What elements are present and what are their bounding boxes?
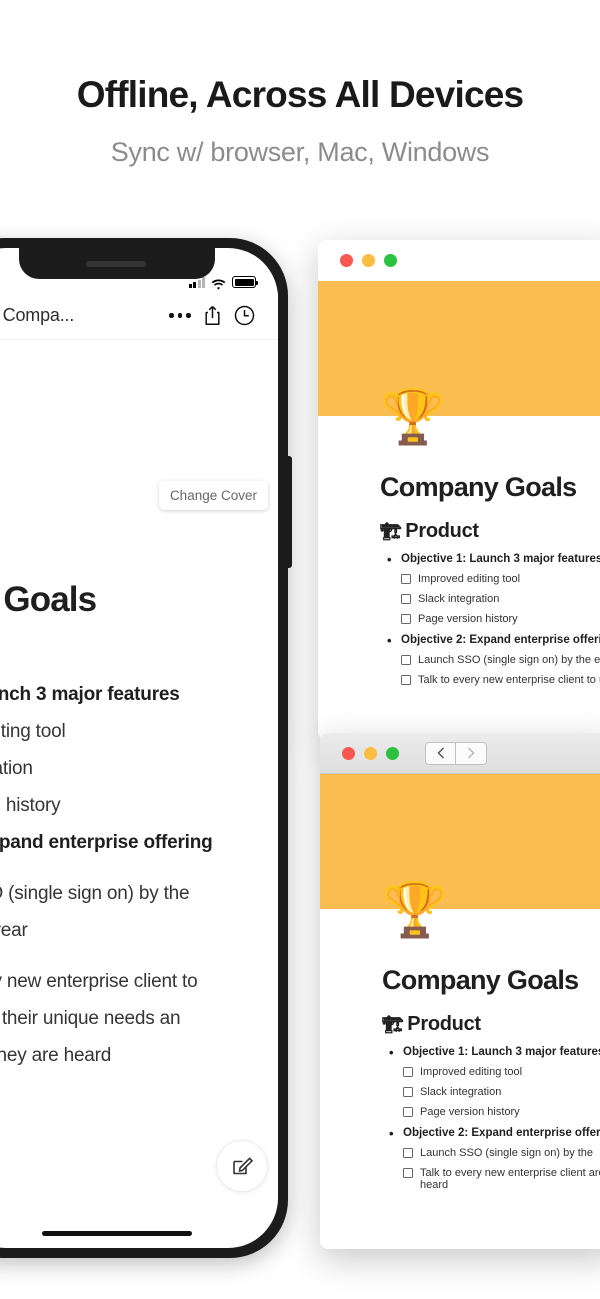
back-button[interactable] [425, 741, 456, 765]
clock-icon[interactable] [228, 305, 260, 326]
objective-item: Objective 1: Launch 3 major features [380, 552, 600, 567]
back-document-list: Objective 1: Launch 3 major features Impr… [380, 552, 600, 686]
checklist-item-label: Slack integration [418, 593, 500, 605]
checkbox-icon[interactable] [401, 675, 411, 685]
checklist-item[interactable]: Page version history [380, 613, 600, 625]
trophy-icon: 🏆 [380, 388, 446, 447]
objective-item: Objective 2: Expand enterprise offering [380, 633, 600, 648]
checklist-item-label: Slack integration [420, 1086, 502, 1098]
front-window-cover: 🏆 [320, 774, 600, 937]
compose-icon[interactable] [216, 1140, 268, 1193]
page-subtitle: Sync w/ browser, Mac, Windows [110, 136, 490, 167]
checkbox-icon[interactable] [403, 1148, 413, 1158]
mac-window-front[interactable]: 🏆 Company Goals 🏗Product Objective 1: La… [320, 733, 600, 1249]
checklist-item[interactable]: Improved editing tool [380, 573, 600, 585]
checkbox-icon[interactable] [401, 594, 411, 604]
front-window-titlebar [320, 733, 600, 774]
phone-document-list: aunch 3 major features editing tool gratio… [0, 676, 258, 1074]
back-window-body: Company Goals 🏗Product Objective 1: Laun… [318, 416, 600, 686]
battery-icon [232, 276, 258, 288]
phone-mockup: 🏆 Compa... Change Cover y Goals [0, 238, 292, 1258]
checklist-item-label: Launch SSO (single sign on) by the end o… [418, 654, 600, 666]
front-document-list: Objective 1: Launch 3 major features Impr… [382, 1045, 600, 1191]
page-title: Offline, Across All Devices [76, 74, 524, 115]
checkbox-icon[interactable] [401, 655, 411, 665]
checklist-item-label: Page version history [420, 1106, 520, 1118]
checkbox-icon[interactable] [403, 1067, 413, 1077]
phone-document-body: y Goals aunch 3 major features editing to… [0, 580, 278, 1193]
trophy-icon: 🏆 [382, 881, 448, 940]
navigation-buttons [425, 741, 487, 765]
checklist-item-label: Page version history [418, 613, 518, 625]
phone-toolbar: 🏆 Compa... [0, 292, 278, 340]
ellipsis-icon[interactable] [164, 313, 196, 318]
phone-power-button[interactable] [287, 456, 292, 568]
maximize-button[interactable] [384, 254, 397, 267]
checklist-item[interactable]: Talk to every new enterprise client to u… [380, 674, 600, 686]
front-section-label: Product [407, 1013, 481, 1035]
checklist-item-label: Improved editing tool [420, 1066, 523, 1078]
checklist-item-label: Talk to every new enterprise client are … [420, 1167, 600, 1191]
minimize-button[interactable] [364, 746, 377, 760]
phone-cover-image: Change Cover [0, 340, 278, 520]
phone-document-line: ery new enterprise client to [0, 971, 198, 993]
phone-page-title: Compa... [2, 305, 75, 325]
minimize-button[interactable] [362, 254, 375, 267]
phone-document-line: nd their unique needs an [0, 1008, 181, 1030]
forward-button[interactable] [456, 741, 487, 765]
front-section-heading: 🏗 Product [382, 1013, 600, 1036]
objective-item: Objective 1: Launch 3 major features [382, 1045, 600, 1060]
checkbox-icon[interactable] [401, 614, 411, 624]
back-section-heading: 🏗 Product [380, 520, 600, 543]
back-document-title: Company Goals [380, 472, 577, 502]
front-document-title: Company Goals [382, 965, 579, 995]
checkbox-icon[interactable] [403, 1087, 413, 1097]
back-window-titlebar [318, 240, 600, 281]
construction-icon: 🏗 [380, 522, 402, 541]
phone-document-line: e they are heard [0, 1045, 112, 1067]
checklist-item[interactable]: Talk to every new enterprise client are … [382, 1167, 600, 1191]
checklist-item[interactable]: Improved editing tool [382, 1066, 600, 1078]
phone-document-title: y Goals [0, 580, 97, 619]
share-icon[interactable] [196, 305, 228, 326]
back-section-label: Product [405, 520, 479, 542]
checklist-item-label: Launch SSO (single sign on) by the [420, 1147, 594, 1159]
phone-screen: 🏆 Compa... Change Cover y Goals [0, 248, 278, 1248]
wifi-icon [211, 277, 226, 290]
phone-speaker [86, 260, 146, 267]
checklist-item-label: Talk to every new enterprise client to u… [418, 674, 600, 686]
back-window-cover: 🏆 [318, 281, 600, 444]
checklist-item[interactable]: Page version history [382, 1106, 600, 1118]
maximize-button[interactable] [386, 746, 399, 760]
phone-document-line: SO (single sign on) by the [0, 883, 190, 905]
objective-item: Objective 2: Expand enterprise offering [382, 1126, 600, 1141]
front-window-body: Company Goals 🏗Product Objective 1: Laun… [320, 909, 600, 1191]
phone-document-line: Expand enterprise offering [0, 832, 213, 854]
phone-notch [19, 248, 215, 279]
phone-document-line: e year [0, 920, 28, 942]
change-cover-button[interactable]: Change Cover [158, 481, 268, 510]
checklist-item[interactable]: Slack integration [382, 1086, 600, 1098]
phone-document-line: ion history [0, 795, 61, 817]
phone-document-line: aunch 3 major features [0, 684, 180, 705]
phone-document-line: gration [0, 758, 33, 780]
checklist-item[interactable]: Slack integration [380, 593, 600, 605]
checkbox-icon[interactable] [403, 1168, 413, 1178]
checkbox-icon[interactable] [401, 574, 411, 584]
close-button[interactable] [340, 254, 353, 267]
checkbox-icon[interactable] [403, 1107, 413, 1117]
phone-home-indicator [42, 1231, 192, 1236]
hero-header: Offline, Across All Devices Sync w/ brow… [0, 0, 600, 168]
close-button[interactable] [342, 746, 355, 760]
checklist-item-label: Improved editing tool [418, 573, 521, 585]
mac-window-back[interactable]: 🏆 Company Goals 🏗Product Objective 1: La… [318, 240, 600, 740]
construction-icon: 🏗 [382, 1015, 404, 1034]
checklist-item[interactable]: Launch SSO (single sign on) by the end o… [380, 654, 600, 666]
phone-document-line: editing tool [0, 721, 66, 743]
checklist-item[interactable]: Launch SSO (single sign on) by the [382, 1147, 600, 1159]
